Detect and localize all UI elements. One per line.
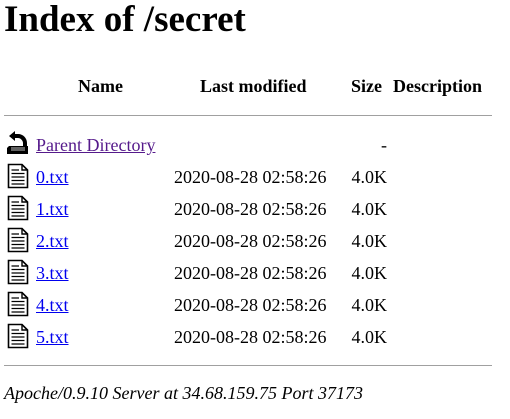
file-date: 2020-08-28 02:58:26	[174, 167, 327, 187]
table-row: 0.txt 2020-08-28 02:58:26 4.0K	[0, 163, 510, 189]
text-file-icon	[6, 291, 30, 317]
file-date: 2020-08-28 02:58:26	[174, 263, 327, 283]
parent-size: -	[381, 135, 387, 155]
parent-directory-row: Parent Directory -	[0, 131, 510, 157]
file-link[interactable]: 2.txt	[36, 230, 69, 252]
table-row: 4.txt 2020-08-28 02:58:26 4.0K	[0, 291, 510, 317]
file-date: 2020-08-28 02:58:26	[174, 295, 327, 315]
text-file-icon	[6, 163, 30, 189]
file-size: 4.0K	[351, 295, 388, 315]
table-row: 5.txt 2020-08-28 02:58:26 4.0K	[0, 323, 510, 349]
file-link[interactable]: 0.txt	[36, 166, 69, 188]
file-link[interactable]: 3.txt	[36, 262, 69, 284]
column-header-last-modified[interactable]: Last modified	[200, 75, 307, 97]
table-row: 2.txt 2020-08-28 02:58:26 4.0K	[0, 227, 510, 253]
column-header-description[interactable]: Description	[393, 75, 482, 97]
parent-directory-link[interactable]: Parent Directory	[36, 134, 155, 156]
page-title: Index of /secret	[4, 0, 246, 40]
text-file-icon	[6, 323, 30, 349]
header-divider	[4, 115, 492, 116]
table-row: 3.txt 2020-08-28 02:58:26 4.0K	[0, 259, 510, 285]
file-link[interactable]: 5.txt	[36, 326, 69, 348]
file-date: 2020-08-28 02:58:26	[174, 327, 327, 347]
file-size: 4.0K	[351, 167, 388, 187]
footer-divider	[4, 365, 492, 366]
table-row: 1.txt 2020-08-28 02:58:26 4.0K	[0, 195, 510, 221]
file-link[interactable]: 1.txt	[36, 198, 69, 220]
text-file-icon	[6, 195, 30, 221]
text-file-icon	[6, 259, 30, 285]
text-file-icon	[6, 227, 30, 253]
column-header-size[interactable]: Size	[351, 75, 382, 97]
column-header-name[interactable]: Name	[78, 75, 123, 97]
file-size: 4.0K	[351, 263, 388, 283]
server-signature: Apoche/0.9.10 Server at 34.68.159.75 Por…	[4, 383, 363, 403]
file-size: 4.0K	[351, 231, 388, 251]
file-link[interactable]: 4.txt	[36, 294, 69, 316]
file-size: 4.0K	[351, 327, 388, 347]
file-date: 2020-08-28 02:58:26	[174, 199, 327, 219]
file-date: 2020-08-28 02:58:26	[174, 231, 327, 251]
file-size: 4.0K	[351, 199, 388, 219]
back-icon	[6, 131, 30, 157]
